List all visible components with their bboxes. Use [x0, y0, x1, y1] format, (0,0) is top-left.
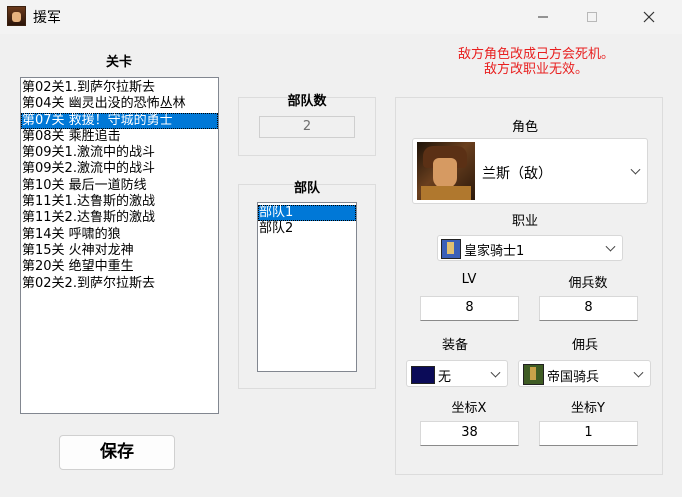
level-list-item[interactable]: 第15关 火神对龙神: [21, 243, 218, 259]
equip-value: 无: [438, 370, 452, 385]
save-button[interactable]: 保存: [59, 435, 175, 470]
job-select[interactable]: 皇家骑士1: [437, 235, 623, 261]
troop-list-item[interactable]: 部队2: [258, 221, 356, 237]
warning-line-2: 敌方改职业无效。: [483, 62, 588, 77]
warning-line-1: 敌方角色改成己方会死机。: [457, 47, 614, 62]
y-coord-label: 坐标Y: [571, 401, 605, 416]
equip-label: 装备: [441, 338, 468, 353]
close-button[interactable]: [626, 0, 671, 34]
merc-value: 帝国骑兵: [547, 370, 600, 385]
troop-count-label: 部队数: [287, 94, 327, 109]
lv-label: LV: [461, 272, 477, 287]
level-list-item[interactable]: 第08关 乘胜追击: [21, 129, 218, 145]
level-list-item[interactable]: 第20关 绝望中重生: [21, 259, 218, 275]
lv-input[interactable]: 8: [420, 296, 519, 321]
maximize-icon: [586, 12, 597, 22]
chevron-down-icon: [605, 241, 616, 252]
level-list-item[interactable]: 第02关2.到萨尔拉斯去: [21, 276, 218, 292]
minimize-icon: [537, 16, 548, 18]
level-list[interactable]: 第02关1.到萨尔拉斯去 第04关 幽灵出没的恐怖丛林 第07关 救援！守城的勇…: [20, 77, 219, 414]
chevron-down-icon: [630, 164, 641, 175]
x-coord-label: 坐标X: [451, 401, 487, 416]
merc-count-input[interactable]: 8: [539, 296, 638, 321]
chevron-down-icon: [633, 367, 644, 378]
level-list-item[interactable]: 第11关1.达鲁斯的激战: [21, 194, 218, 210]
level-list-item[interactable]: 第14关 呼啸的狼: [21, 227, 218, 243]
merc-label: 佣兵: [571, 338, 598, 353]
equipment-icon: [411, 366, 435, 384]
level-list-header: 关卡: [105, 55, 132, 70]
troop-list[interactable]: 部队1 部队2: [257, 202, 357, 372]
level-list-item[interactable]: 第09关2.激流中的战斗: [21, 161, 218, 177]
cavalry-icon: [523, 364, 544, 385]
role-value: 兰斯（敌）: [482, 166, 552, 182]
merc-select[interactable]: 帝国骑兵: [518, 360, 651, 387]
troop-list-item-selected[interactable]: 部队1: [258, 205, 356, 222]
merc-count-label: 佣兵数: [568, 276, 608, 291]
job-label: 职业: [511, 214, 538, 229]
maximize-button: [569, 0, 614, 34]
window-title: 援军: [33, 10, 61, 26]
knight-icon: [441, 239, 461, 259]
level-list-item[interactable]: 第04关 幽灵出没的恐怖丛林: [21, 96, 218, 112]
level-list-item-selected[interactable]: 第07关 救援！守城的勇士: [21, 112, 218, 129]
job-value: 皇家骑士1: [464, 244, 525, 259]
role-select[interactable]: 兰斯（敌）: [412, 138, 648, 204]
character-portrait: [417, 142, 475, 200]
role-label: 角色: [511, 120, 538, 135]
troop-count-field: 2: [259, 116, 355, 138]
y-coord-input[interactable]: 1: [539, 421, 638, 446]
close-icon: [643, 11, 654, 23]
level-list-item[interactable]: 第02关1.到萨尔拉斯去: [21, 80, 218, 96]
app-icon: [7, 6, 26, 26]
x-coord-input[interactable]: 38: [420, 421, 519, 446]
warning-text: 敌方角色改成己方会死机。 敌方改职业无效。: [400, 47, 672, 77]
level-list-item[interactable]: 第10关 最后一道防线: [21, 178, 218, 194]
chevron-down-icon: [490, 367, 501, 378]
level-list-item[interactable]: 第09关1.激流中的战斗: [21, 145, 218, 161]
level-list-item[interactable]: 第11关2.达鲁斯的激战: [21, 210, 218, 226]
equip-select[interactable]: 无: [406, 360, 508, 387]
minimize-button[interactable]: [520, 0, 565, 34]
troop-list-label: 部队: [293, 181, 320, 196]
